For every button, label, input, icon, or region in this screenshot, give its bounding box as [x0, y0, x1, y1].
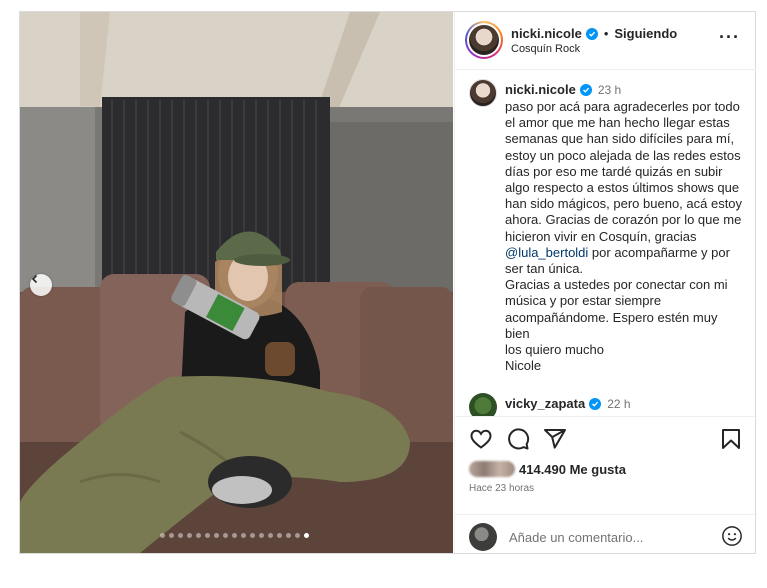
mention-link[interactable]: @lula_bertoldi: [505, 245, 588, 260]
carousel-dot: [295, 533, 300, 538]
post-sidebar: nicki.nicole • Siguiendo Cosquín Rock ··…: [454, 12, 757, 553]
chevron-left-icon: [31, 274, 38, 284]
post-header: nicki.nicole • Siguiendo Cosquín Rock ··…: [455, 12, 756, 70]
current-user-avatar: [469, 523, 497, 551]
carousel-dot: [286, 533, 291, 538]
likes-row[interactable]: 414.490 Me gusta: [469, 461, 626, 477]
caption-time[interactable]: 23 h: [598, 83, 621, 97]
carousel-dot: [268, 533, 273, 538]
post-actions: 414.490 Me gusta Hace 23 horas: [455, 416, 757, 553]
commenter-username[interactable]: vicky_zapata: [505, 396, 585, 411]
caption-text-tail: por acompañarme y por ser tan única. Gra…: [505, 244, 730, 374]
caption-username[interactable]: nicki.nicole: [505, 82, 576, 97]
caption-author-avatar[interactable]: [469, 79, 497, 107]
share-icon[interactable]: [543, 427, 567, 451]
emoji-icon[interactable]: [721, 525, 743, 547]
carousel-dot: [196, 533, 201, 538]
post-photo[interactable]: [20, 12, 453, 553]
carousel-dot: [214, 533, 219, 538]
heart-icon[interactable]: [469, 427, 493, 451]
header-separator: •: [603, 26, 609, 41]
follow-status-button[interactable]: Siguiendo: [614, 26, 677, 41]
author-avatar[interactable]: [465, 21, 503, 59]
caption-text-body: paso por acá para agradecerles por todo …: [505, 99, 746, 244]
carousel-dot: [259, 533, 264, 538]
photo-illustration: [20, 12, 453, 553]
verified-badge-icon: [589, 397, 602, 410]
carousel-dot: [277, 533, 282, 538]
carousel-dot: [241, 533, 246, 538]
bookmark-icon[interactable]: [719, 427, 743, 451]
likers-avatars: [469, 461, 515, 477]
author-username[interactable]: nicki.nicole: [511, 26, 582, 41]
carousel-dot: [178, 533, 183, 538]
carousel-dot: [250, 533, 255, 538]
verified-badge-icon: [579, 83, 592, 96]
carousel-dot: [160, 533, 165, 538]
likes-count[interactable]: 414.490 Me gusta: [519, 462, 626, 477]
post-timestamp[interactable]: Hace 23 horas: [469, 483, 534, 494]
instagram-post: nicki.nicole • Siguiendo Cosquín Rock ··…: [19, 11, 757, 554]
carousel-dot: [187, 533, 192, 538]
comments-section[interactable]: nicki.nicole 23 h paso por acá para agra…: [455, 71, 757, 416]
carousel-dot: [223, 533, 228, 538]
add-comment-row: [455, 514, 757, 554]
commenter-avatar[interactable]: [469, 393, 497, 416]
carousel-dot: [304, 533, 309, 538]
more-horizontal-icon[interactable]: ···: [719, 28, 740, 46]
comment-icon[interactable]: [506, 427, 530, 451]
comment-time[interactable]: 22 h: [607, 397, 630, 411]
carousel-prev-button[interactable]: [30, 274, 52, 296]
carousel-indicator: [160, 533, 309, 538]
post-location[interactable]: Cosquín Rock: [511, 43, 580, 55]
carousel-dot: [205, 533, 210, 538]
carousel-dot: [169, 533, 174, 538]
verified-badge-icon: [585, 27, 598, 40]
caption-text: paso por acá para agradecerles por todo …: [505, 99, 745, 374]
carousel-dot: [232, 533, 237, 538]
add-comment-input[interactable]: [509, 524, 709, 550]
